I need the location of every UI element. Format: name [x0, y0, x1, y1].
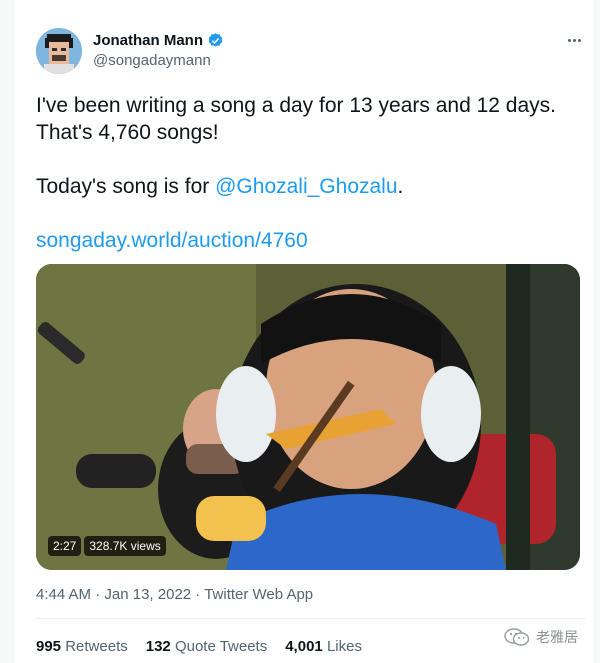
tweet-source[interactable]: Twitter Web App: [204, 586, 313, 603]
verified-badge-icon: [207, 32, 224, 49]
tweet-stats: 995 Retweets 132 Quote Tweets 4,001 Like…: [36, 638, 362, 655]
likes-stat[interactable]: 4,001 Likes: [285, 638, 362, 655]
likes-label: Likes: [326, 638, 362, 655]
wechat-icon: [504, 627, 530, 647]
tweet-meta: 4:44 AM · Jan 13, 2022 · Twitter Web App: [36, 586, 313, 603]
quote-count: 132: [145, 638, 171, 655]
meta-separator: ·: [191, 586, 205, 603]
more-icon[interactable]: [562, 30, 586, 50]
watermark: 老雅居: [504, 627, 578, 647]
tweet-text: I've been writing a song a day for 13 ye…: [36, 92, 586, 254]
mention-link[interactable]: @Ghozali_Ghozalu: [215, 175, 397, 198]
tweet-line-3-prefix: Today's song is for: [36, 175, 216, 198]
likes-count: 4,001: [285, 638, 323, 655]
retweets-label: Retweets: [65, 638, 128, 655]
tweet-header: Jonathan Mann @songadaymann: [36, 28, 586, 78]
tweet-line-3: Today's song is for @Ghozali_Ghozalu.: [36, 173, 586, 200]
video-thumbnail: [36, 264, 580, 570]
video-player[interactable]: 2:27 328.7K views: [36, 264, 580, 570]
auction-link[interactable]: songaday.world/auction/4760: [36, 227, 586, 254]
author-handle[interactable]: @songadaymann: [93, 52, 211, 69]
tweet-line-2: That's 4,760 songs!: [36, 121, 219, 144]
tweet-line-3-suffix: .: [397, 175, 404, 198]
retweets-stat[interactable]: 995 Retweets: [36, 638, 128, 655]
author-name[interactable]: Jonathan Mann: [93, 32, 203, 49]
video-duration: 2:27: [48, 536, 82, 556]
quote-tweets-stat[interactable]: 132 Quote Tweets: [146, 638, 267, 655]
tweet-time[interactable]: 4:44 AM: [36, 586, 91, 603]
window-frame-left: [0, 0, 14, 663]
meta-separator: ·: [91, 586, 105, 603]
window-frame-right: [594, 0, 600, 663]
watermark-text: 老雅居: [536, 629, 578, 645]
retweets-count: 995: [36, 638, 62, 655]
avatar[interactable]: [36, 28, 82, 74]
quote-label: Quote Tweets: [174, 638, 268, 655]
tweet-line-1: I've been writing a song a day for 13 ye…: [36, 94, 556, 117]
author-name-row: Jonathan Mann: [93, 32, 224, 49]
divider: [36, 618, 586, 619]
video-stats-badge: 2:27 328.7K views: [48, 536, 166, 556]
tweet-date[interactable]: Jan 13, 2022: [104, 586, 191, 603]
video-views: 328.7K views: [84, 536, 166, 556]
